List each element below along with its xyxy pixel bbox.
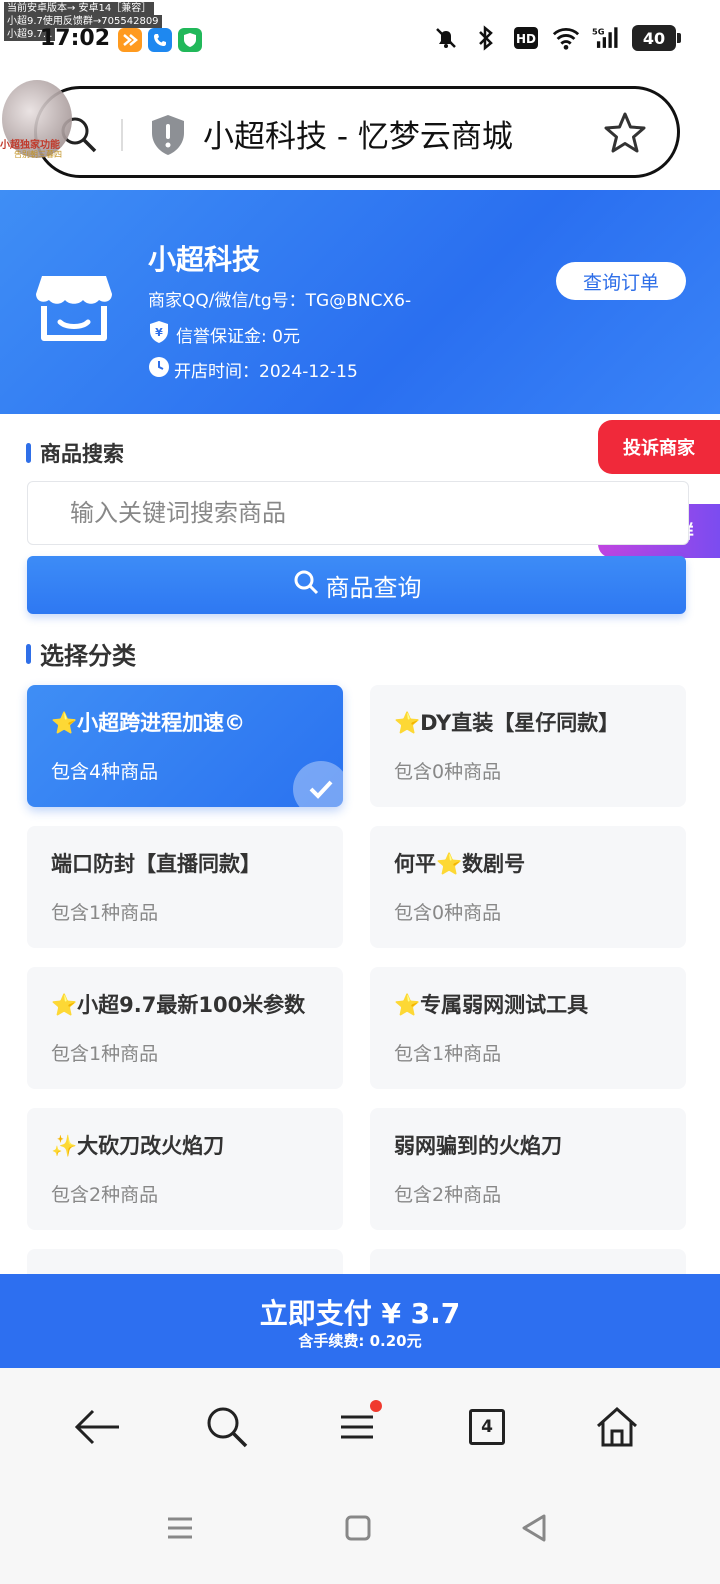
back-triangle-icon[interactable] [514, 1508, 554, 1548]
category-card[interactable]: ⭐DY直装【星仔同款】 包含0种商品 [370, 685, 686, 807]
category-count: 包含1种商品 [394, 1043, 502, 1065]
back-arrow-icon[interactable] [72, 1402, 122, 1452]
category-card[interactable]: 端口防封【直播同款】 包含1种商品 [27, 826, 343, 948]
site-security-icon[interactable] [149, 113, 187, 161]
shield-yen-icon: ¥ [148, 320, 170, 349]
home-square-icon[interactable] [338, 1508, 378, 1548]
mute-bell-icon [432, 24, 460, 52]
page-title[interactable]: 小超科技 - 忆梦云商城 [203, 111, 513, 156]
status-bar: 当前安卓版本→ 安卓14［兼容］ 小超9.7使用反馈群→705542809 小超… [0, 0, 720, 80]
shop-open-date: 开店时间：2024-12-15 [148, 356, 358, 383]
pay-fee-label: 含手续费: 0.20元 [298, 1332, 422, 1350]
category-card[interactable]: 弱网骗到的火焰刀 包含2种商品 [370, 1108, 686, 1230]
app-notification-icon [118, 28, 142, 52]
category-name: ⭐专属弱网测试工具 [394, 993, 589, 1017]
category-count: 包含1种商品 [51, 902, 159, 924]
browser-address-area: 小超科技 - 忆梦云商城 [0, 80, 720, 190]
search-input[interactable] [27, 481, 689, 545]
category-name: ⭐小超跨进程加速© [51, 711, 246, 735]
complain-merchant-button[interactable]: 投诉商家 [598, 420, 720, 474]
category-name: 何平⭐数剧号 [394, 852, 526, 876]
shop-deposit-text: 信誉保证金: 0元 [176, 327, 300, 347]
wifi-icon [552, 24, 580, 52]
pay-now-label: 立即支付 ¥ 3.7 [259, 1297, 461, 1330]
status-time: 17:02 [40, 26, 111, 51]
battery-indicator: 40 [632, 25, 681, 51]
phone-icon [148, 28, 172, 52]
category-section-title: 选择分类 [26, 636, 136, 671]
home-icon[interactable] [592, 1402, 642, 1452]
search-icon [292, 568, 320, 602]
category-name: 弱网骗到的火焰刀 [394, 1134, 562, 1158]
notification-dot [370, 1400, 382, 1412]
status-indicators: HD 5G 40 [432, 24, 681, 52]
status-app-icons [118, 28, 202, 52]
svg-text:5G: 5G [592, 27, 605, 37]
category-count: 包含0种商品 [394, 902, 502, 924]
search-icon[interactable] [202, 1402, 252, 1452]
search-button-label: 商品查询 [325, 573, 422, 602]
pay-now-button[interactable]: 立即支付 ¥ 3.7 含手续费: 0.20元 [0, 1274, 720, 1368]
bookmark-star-icon[interactable] [603, 111, 647, 159]
category-name: ✨大砍刀改火焰刀 [51, 1134, 225, 1158]
bluetooth-icon [472, 24, 500, 52]
search-section-title: 商品搜索 [26, 438, 124, 468]
selected-check-icon [293, 761, 343, 807]
clock-icon [148, 356, 170, 383]
query-order-button[interactable]: 查询订单 [556, 262, 686, 300]
tab-count: 4 [469, 1409, 505, 1445]
overlay-line: 当前安卓版本→ 安卓14［兼容］ [4, 2, 155, 15]
browser-toolbar: 4 [0, 1368, 720, 1484]
shop-contact: 商家QQ/微信/tg号：TG@BNCX6- [148, 291, 412, 311]
tabs-button[interactable]: 4 [462, 1402, 512, 1452]
category-card[interactable]: ⭐小超9.7最新100米参数 包含1种商品 [27, 967, 343, 1089]
category-count: 包含2种商品 [51, 1184, 159, 1206]
recent-apps-icon[interactable] [160, 1508, 200, 1548]
category-name: ⭐DY直装【星仔同款】 [394, 711, 620, 735]
svg-text:HD: HD [516, 32, 536, 46]
floating-avatar-sublabel: 告别朝三暮四 [14, 150, 62, 159]
hd-icon: HD [512, 24, 540, 52]
svg-text:¥: ¥ [155, 326, 163, 339]
system-navigation-bar [0, 1484, 720, 1584]
category-card[interactable]: ⭐专属弱网测试工具 包含1种商品 [370, 967, 686, 1089]
shop-deposit: ¥ 信誉保证金: 0元 [148, 320, 300, 349]
category-card[interactable]: ✨大砍刀改火焰刀 包含2种商品 [27, 1108, 343, 1230]
category-count: 包含1种商品 [51, 1043, 159, 1065]
search-button[interactable]: 商品查询 [27, 556, 686, 614]
category-name: 端口防封【直播同款】 [51, 852, 261, 876]
address-divider [121, 119, 123, 151]
category-count: 包含0种商品 [394, 761, 502, 783]
menu-icon[interactable] [332, 1400, 382, 1452]
category-card[interactable]: ⭐小超跨进程加速© 包含4种商品 [27, 685, 343, 807]
security-app-icon [178, 28, 202, 52]
category-card[interactable]: 何平⭐数剧号 包含0种商品 [370, 826, 686, 948]
shop-name: 小超科技 [148, 243, 261, 276]
signal-5g-icon: 5G [592, 24, 620, 52]
category-count: 包含2种商品 [394, 1184, 502, 1206]
category-count: 包含4种商品 [51, 761, 159, 783]
address-bar[interactable]: 小超科技 - 忆梦云商城 [34, 86, 680, 178]
shop-open-text: 开店时间：2024-12-15 [174, 362, 358, 382]
category-name: ⭐小超9.7最新100米参数 [51, 993, 306, 1017]
shop-icon [34, 272, 114, 348]
shop-banner: 小超科技 商家QQ/微信/tg号：TG@BNCX6- ¥ 信誉保证金: 0元 开… [0, 190, 720, 414]
